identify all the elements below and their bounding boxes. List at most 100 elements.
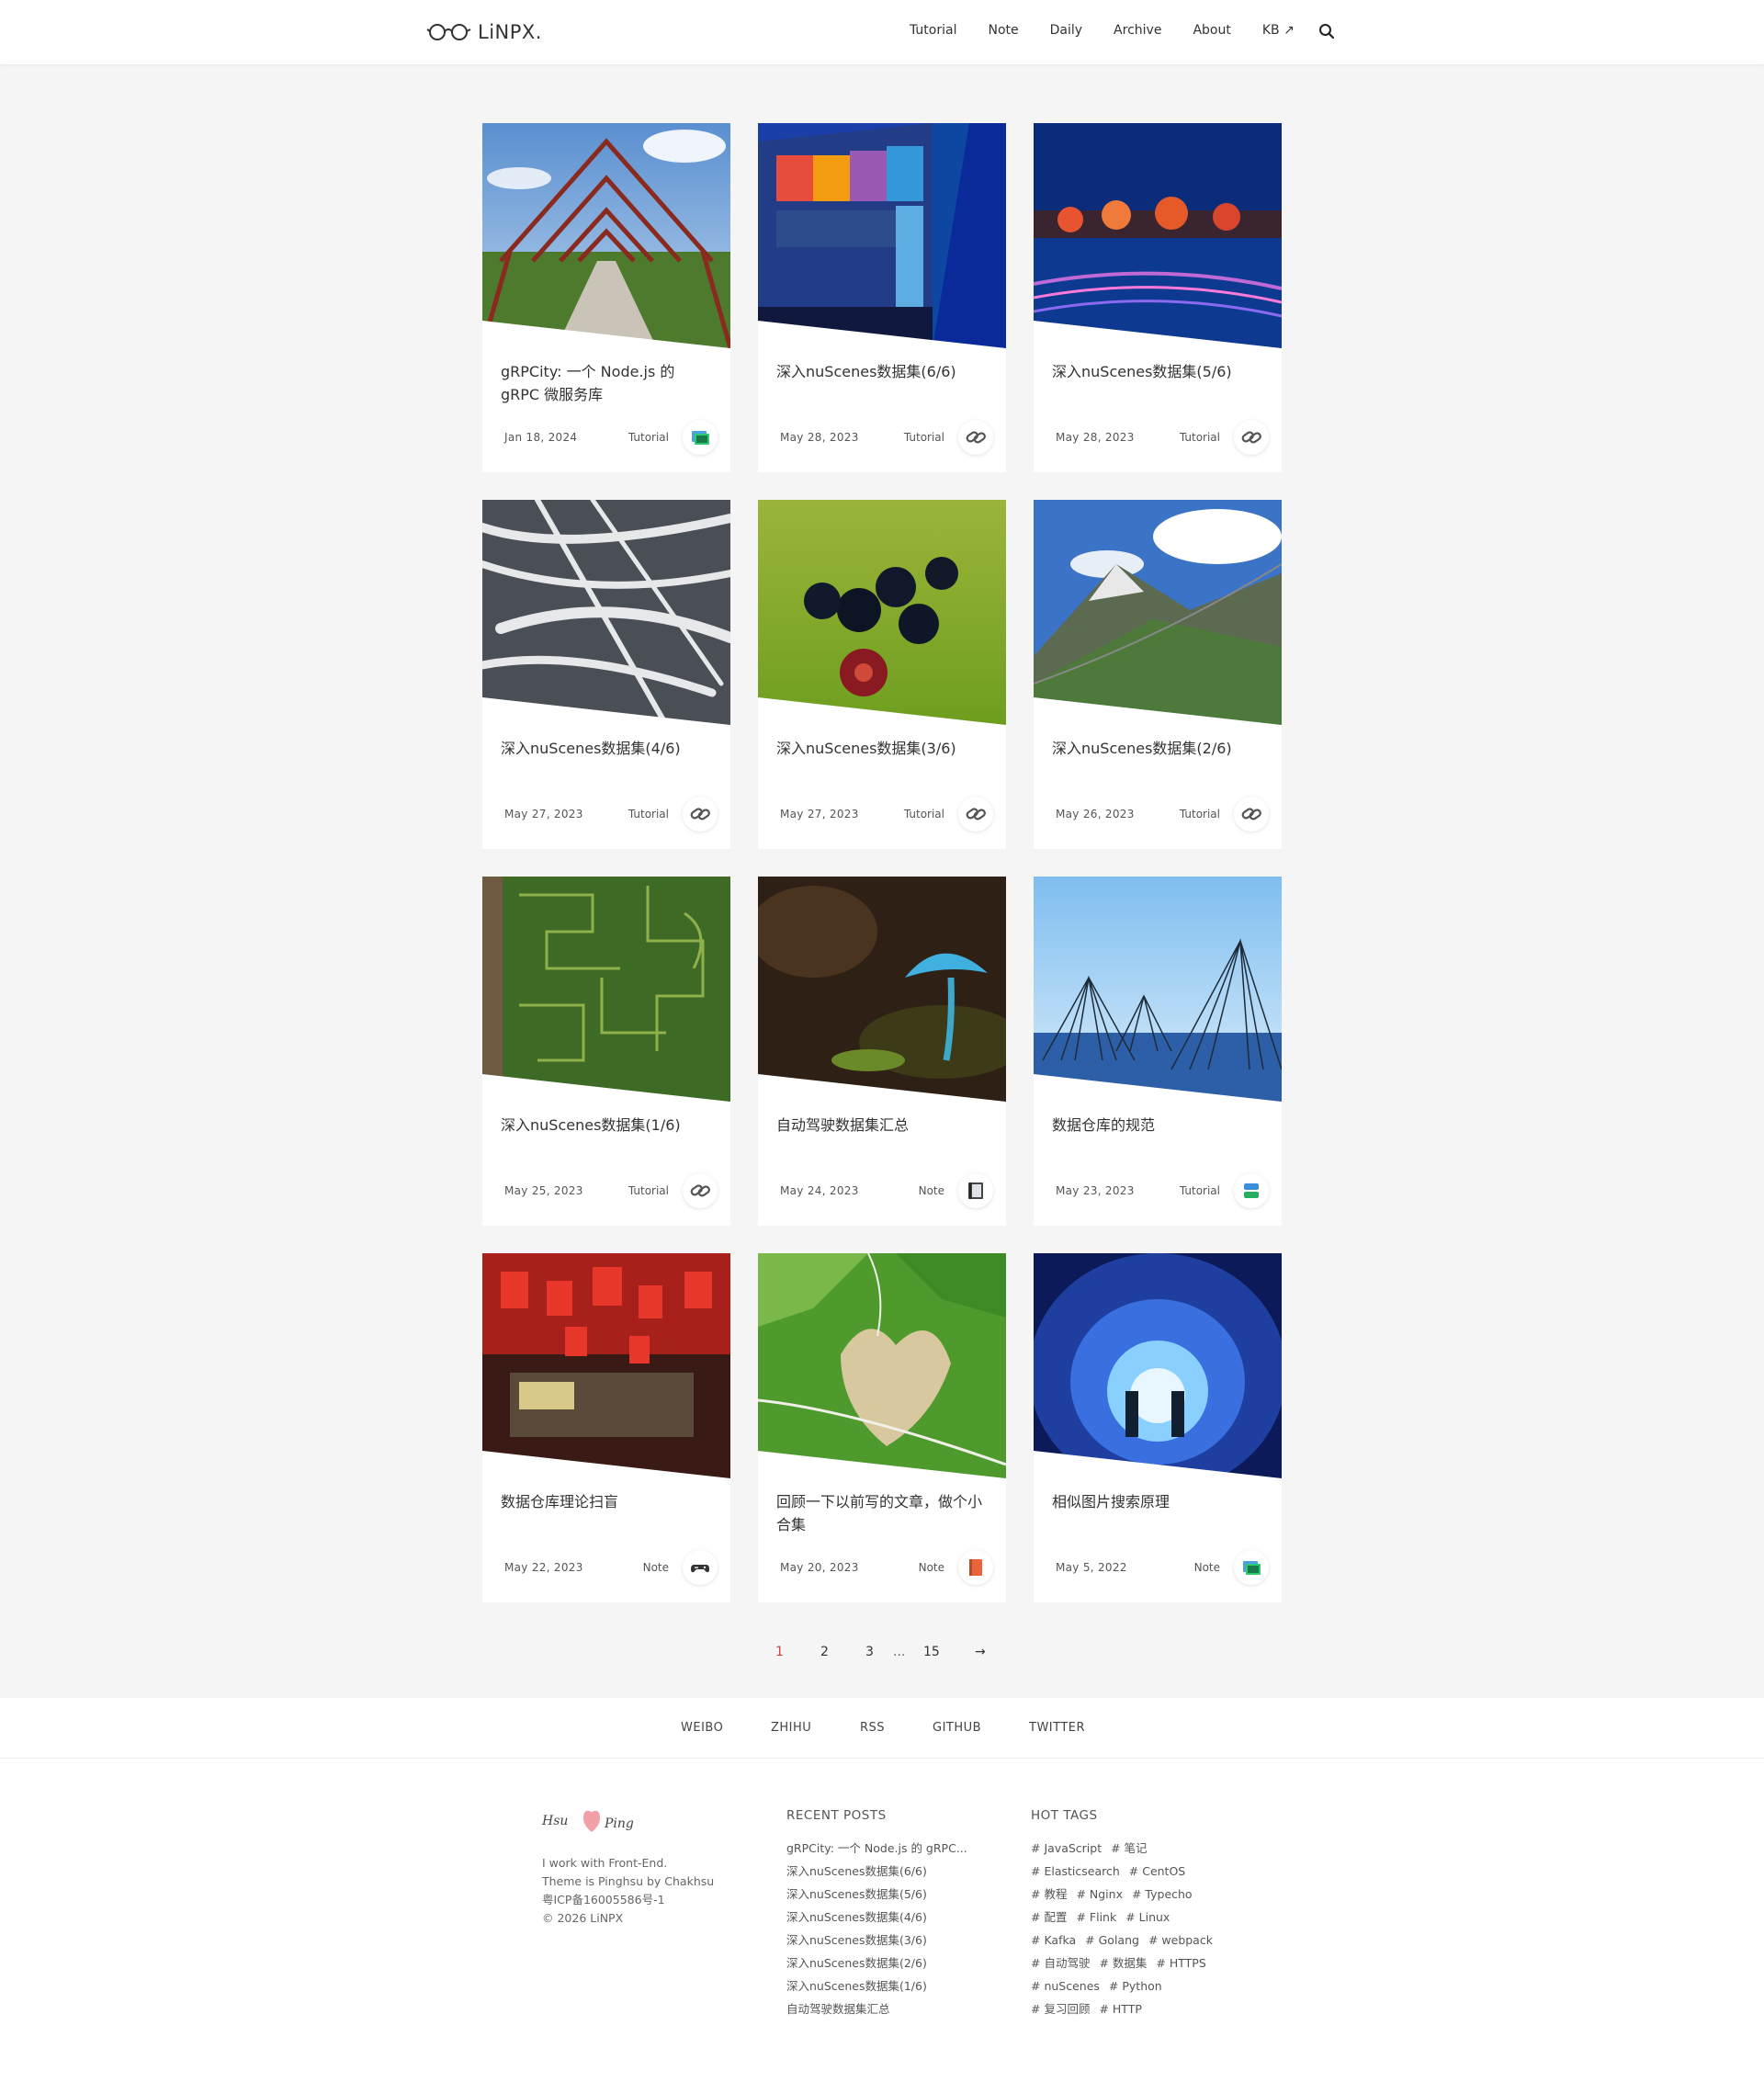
post-title[interactable]: 数据仓库的规范 — [1052, 1114, 1265, 1137]
recent-post-link[interactable]: 深入nuScenes数据集(3/6) — [786, 1929, 967, 1952]
post-title[interactable]: 相似图片搜索原理 — [1052, 1490, 1265, 1513]
post-thumbnail[interactable] — [758, 500, 1006, 725]
post-category[interactable]: Tutorial — [904, 431, 944, 444]
post-card[interactable]: 自动驾驶数据集汇总 May 24, 2023 Note — [758, 877, 1006, 1226]
recent-post-link[interactable]: 自动驾驶数据集汇总 — [786, 1997, 967, 2020]
post-card[interactable]: 回顾一下以前写的文章，做个小合集 May 20, 2023 Note — [758, 1253, 1006, 1602]
post-thumbnail[interactable] — [482, 123, 730, 348]
tag-link[interactable]: # Nginx — [1076, 1887, 1123, 1901]
nav-archive[interactable]: Archive — [1114, 23, 1161, 38]
next-page-arrow[interactable]: → — [975, 1645, 986, 1659]
recent-post-link[interactable]: 深入nuScenes数据集(1/6) — [786, 1975, 967, 1997]
post-thumbnail[interactable] — [482, 877, 730, 1102]
page-link-2[interactable]: 2 — [820, 1645, 829, 1659]
post-card[interactable]: 深入nuScenes数据集(5/6) May 28, 2023 Tutorial — [1034, 123, 1282, 472]
tag-link[interactable]: # Typecho — [1132, 1887, 1193, 1901]
post-card[interactable]: 深入nuScenes数据集(6/6) May 28, 2023 Tutorial — [758, 123, 1006, 472]
post-category[interactable]: Tutorial — [1180, 1184, 1220, 1197]
post-thumbnail[interactable] — [1034, 123, 1282, 348]
post-category[interactable]: Tutorial — [628, 1184, 669, 1197]
post-thumbnail[interactable] — [758, 123, 1006, 348]
tag-link[interactable]: # Python — [1109, 1979, 1162, 1993]
post-title[interactable]: 回顾一下以前写的文章，做个小合集 — [776, 1490, 989, 1536]
recent-post-link[interactable]: 深入nuScenes数据集(2/6) — [786, 1952, 967, 1975]
tag-link[interactable]: # HTTPS — [1156, 1956, 1205, 1970]
post-thumbnail[interactable] — [1034, 500, 1282, 725]
signature-logo: Hsu Ping — [540, 1805, 643, 1839]
page-link-1[interactable]: 1 — [775, 1645, 784, 1659]
post-thumbnail[interactable] — [482, 500, 730, 725]
tag-link[interactable]: # Golang — [1085, 1933, 1139, 1947]
post-category[interactable]: Tutorial — [628, 808, 669, 820]
post-category[interactable]: Tutorial — [1180, 808, 1220, 820]
post-category[interactable]: Note — [1194, 1561, 1220, 1574]
post-card[interactable]: 数据仓库的规范 May 23, 2023 Tutorial — [1034, 877, 1282, 1226]
tag-link[interactable]: # Kafka — [1031, 1933, 1076, 1947]
post-card[interactable]: gRPCity: 一个 Node.js 的 gRPC 微服务库 Jan 18, … — [482, 123, 730, 472]
social-zhihu[interactable]: ZHIHU — [771, 1721, 811, 1735]
tag-link[interactable]: # 数据集 — [1099, 1956, 1147, 1970]
post-title[interactable]: 深入nuScenes数据集(5/6) — [1052, 360, 1265, 383]
tag-link[interactable]: # Linux — [1125, 1910, 1170, 1924]
post-category[interactable]: Tutorial — [628, 431, 669, 444]
post-title[interactable]: 深入nuScenes数据集(3/6) — [776, 737, 989, 760]
social-twitter[interactable]: TWITTER — [1029, 1721, 1085, 1735]
tag-link[interactable]: # 自动驾驶 — [1031, 1956, 1090, 1970]
tag-row: # 自动驾驶 # 数据集 # HTTPS — [1031, 1952, 1222, 1975]
nav-note[interactable]: Note — [988, 23, 1018, 38]
recent-post-link[interactable]: 深入nuScenes数据集(4/6) — [786, 1906, 967, 1929]
tag-link[interactable]: # 复习回顾 — [1031, 2002, 1090, 2016]
social-rss[interactable]: RSS — [860, 1721, 885, 1735]
post-title[interactable]: 自动驾驶数据集汇总 — [776, 1114, 989, 1137]
post-title[interactable]: 深入nuScenes数据集(1/6) — [501, 1114, 714, 1137]
post-title[interactable]: 深入nuScenes数据集(4/6) — [501, 737, 714, 760]
post-thumbnail[interactable] — [482, 1253, 730, 1478]
tag-link[interactable]: # webpack — [1148, 1933, 1213, 1947]
page-link-last[interactable]: 15 — [923, 1645, 940, 1659]
recent-post-link[interactable]: gRPCity: 一个 Node.js 的 gRPC... — [786, 1837, 967, 1860]
svg-text:Hsu: Hsu — [541, 1814, 568, 1828]
post-card[interactable]: 数据仓库理论扫盲 May 22, 2023 Note — [482, 1253, 730, 1602]
tag-link[interactable]: # 笔记 — [1111, 1841, 1147, 1855]
tag-link[interactable]: # Flink — [1076, 1910, 1116, 1924]
post-title[interactable]: 深入nuScenes数据集(6/6) — [776, 360, 989, 383]
post-title[interactable]: 数据仓库理论扫盲 — [501, 1490, 714, 1513]
post-card[interactable]: 深入nuScenes数据集(1/6) May 25, 2023 Tutorial — [482, 877, 730, 1226]
page-link-3[interactable]: 3 — [865, 1645, 874, 1659]
nav-about[interactable]: About — [1193, 23, 1230, 38]
site-logo[interactable]: LiNPX. — [426, 20, 542, 44]
tag-link[interactable]: # Elasticsearch — [1031, 1864, 1120, 1878]
post-category[interactable]: Tutorial — [904, 808, 944, 820]
tag-link[interactable]: # JavaScript — [1031, 1841, 1102, 1855]
hot-tags: HOT TAGS # JavaScript # 笔记 # Elasticsearc… — [1031, 1808, 1222, 2020]
social-github[interactable]: GITHUB — [933, 1721, 981, 1735]
post-card[interactable]: 深入nuScenes数据集(3/6) May 27, 2023 Tutorial — [758, 500, 1006, 849]
post-thumbnail[interactable] — [1034, 877, 1282, 1102]
post-category[interactable]: Note — [643, 1561, 669, 1574]
post-title[interactable]: gRPCity: 一个 Node.js 的 gRPC 微服务库 — [501, 360, 714, 406]
post-thumbnail[interactable] — [1034, 1253, 1282, 1478]
logo-text: LiNPX. — [478, 21, 542, 43]
nav-daily[interactable]: Daily — [1050, 23, 1082, 38]
recent-post-link[interactable]: 深入nuScenes数据集(5/6) — [786, 1883, 967, 1906]
post-card[interactable]: 相似图片搜索原理 May 5, 2022 Note — [1034, 1253, 1282, 1602]
nav-kb[interactable]: KB ↗ — [1262, 23, 1295, 38]
post-category[interactable]: Tutorial — [1180, 431, 1220, 444]
post-thumbnail[interactable] — [758, 1253, 1006, 1478]
post-title[interactable]: 深入nuScenes数据集(2/6) — [1052, 737, 1265, 760]
post-category[interactable]: Note — [919, 1561, 944, 1574]
post-thumbnail[interactable] — [758, 877, 1006, 1102]
post-card[interactable]: 深入nuScenes数据集(2/6) May 26, 2023 Tutorial — [1034, 500, 1282, 849]
tag-link[interactable]: # CentOS — [1129, 1864, 1185, 1878]
tag-link[interactable]: # 配置 — [1031, 1910, 1067, 1924]
icp-record[interactable]: 粤ICP备16005586号-1 — [542, 1891, 665, 1909]
search-icon[interactable] — [1318, 23, 1335, 40]
post-card[interactable]: 深入nuScenes数据集(4/6) May 27, 2023 Tutorial — [482, 500, 730, 849]
tag-link[interactable]: # nuScenes — [1031, 1979, 1100, 1993]
recent-post-link[interactable]: 深入nuScenes数据集(6/6) — [786, 1860, 967, 1883]
tag-link[interactable]: # 教程 — [1031, 1887, 1067, 1901]
post-category[interactable]: Note — [919, 1184, 944, 1197]
nav-tutorial[interactable]: Tutorial — [910, 23, 956, 38]
tag-link[interactable]: # HTTP — [1099, 2002, 1141, 2016]
social-weibo[interactable]: WEIBO — [681, 1721, 723, 1735]
